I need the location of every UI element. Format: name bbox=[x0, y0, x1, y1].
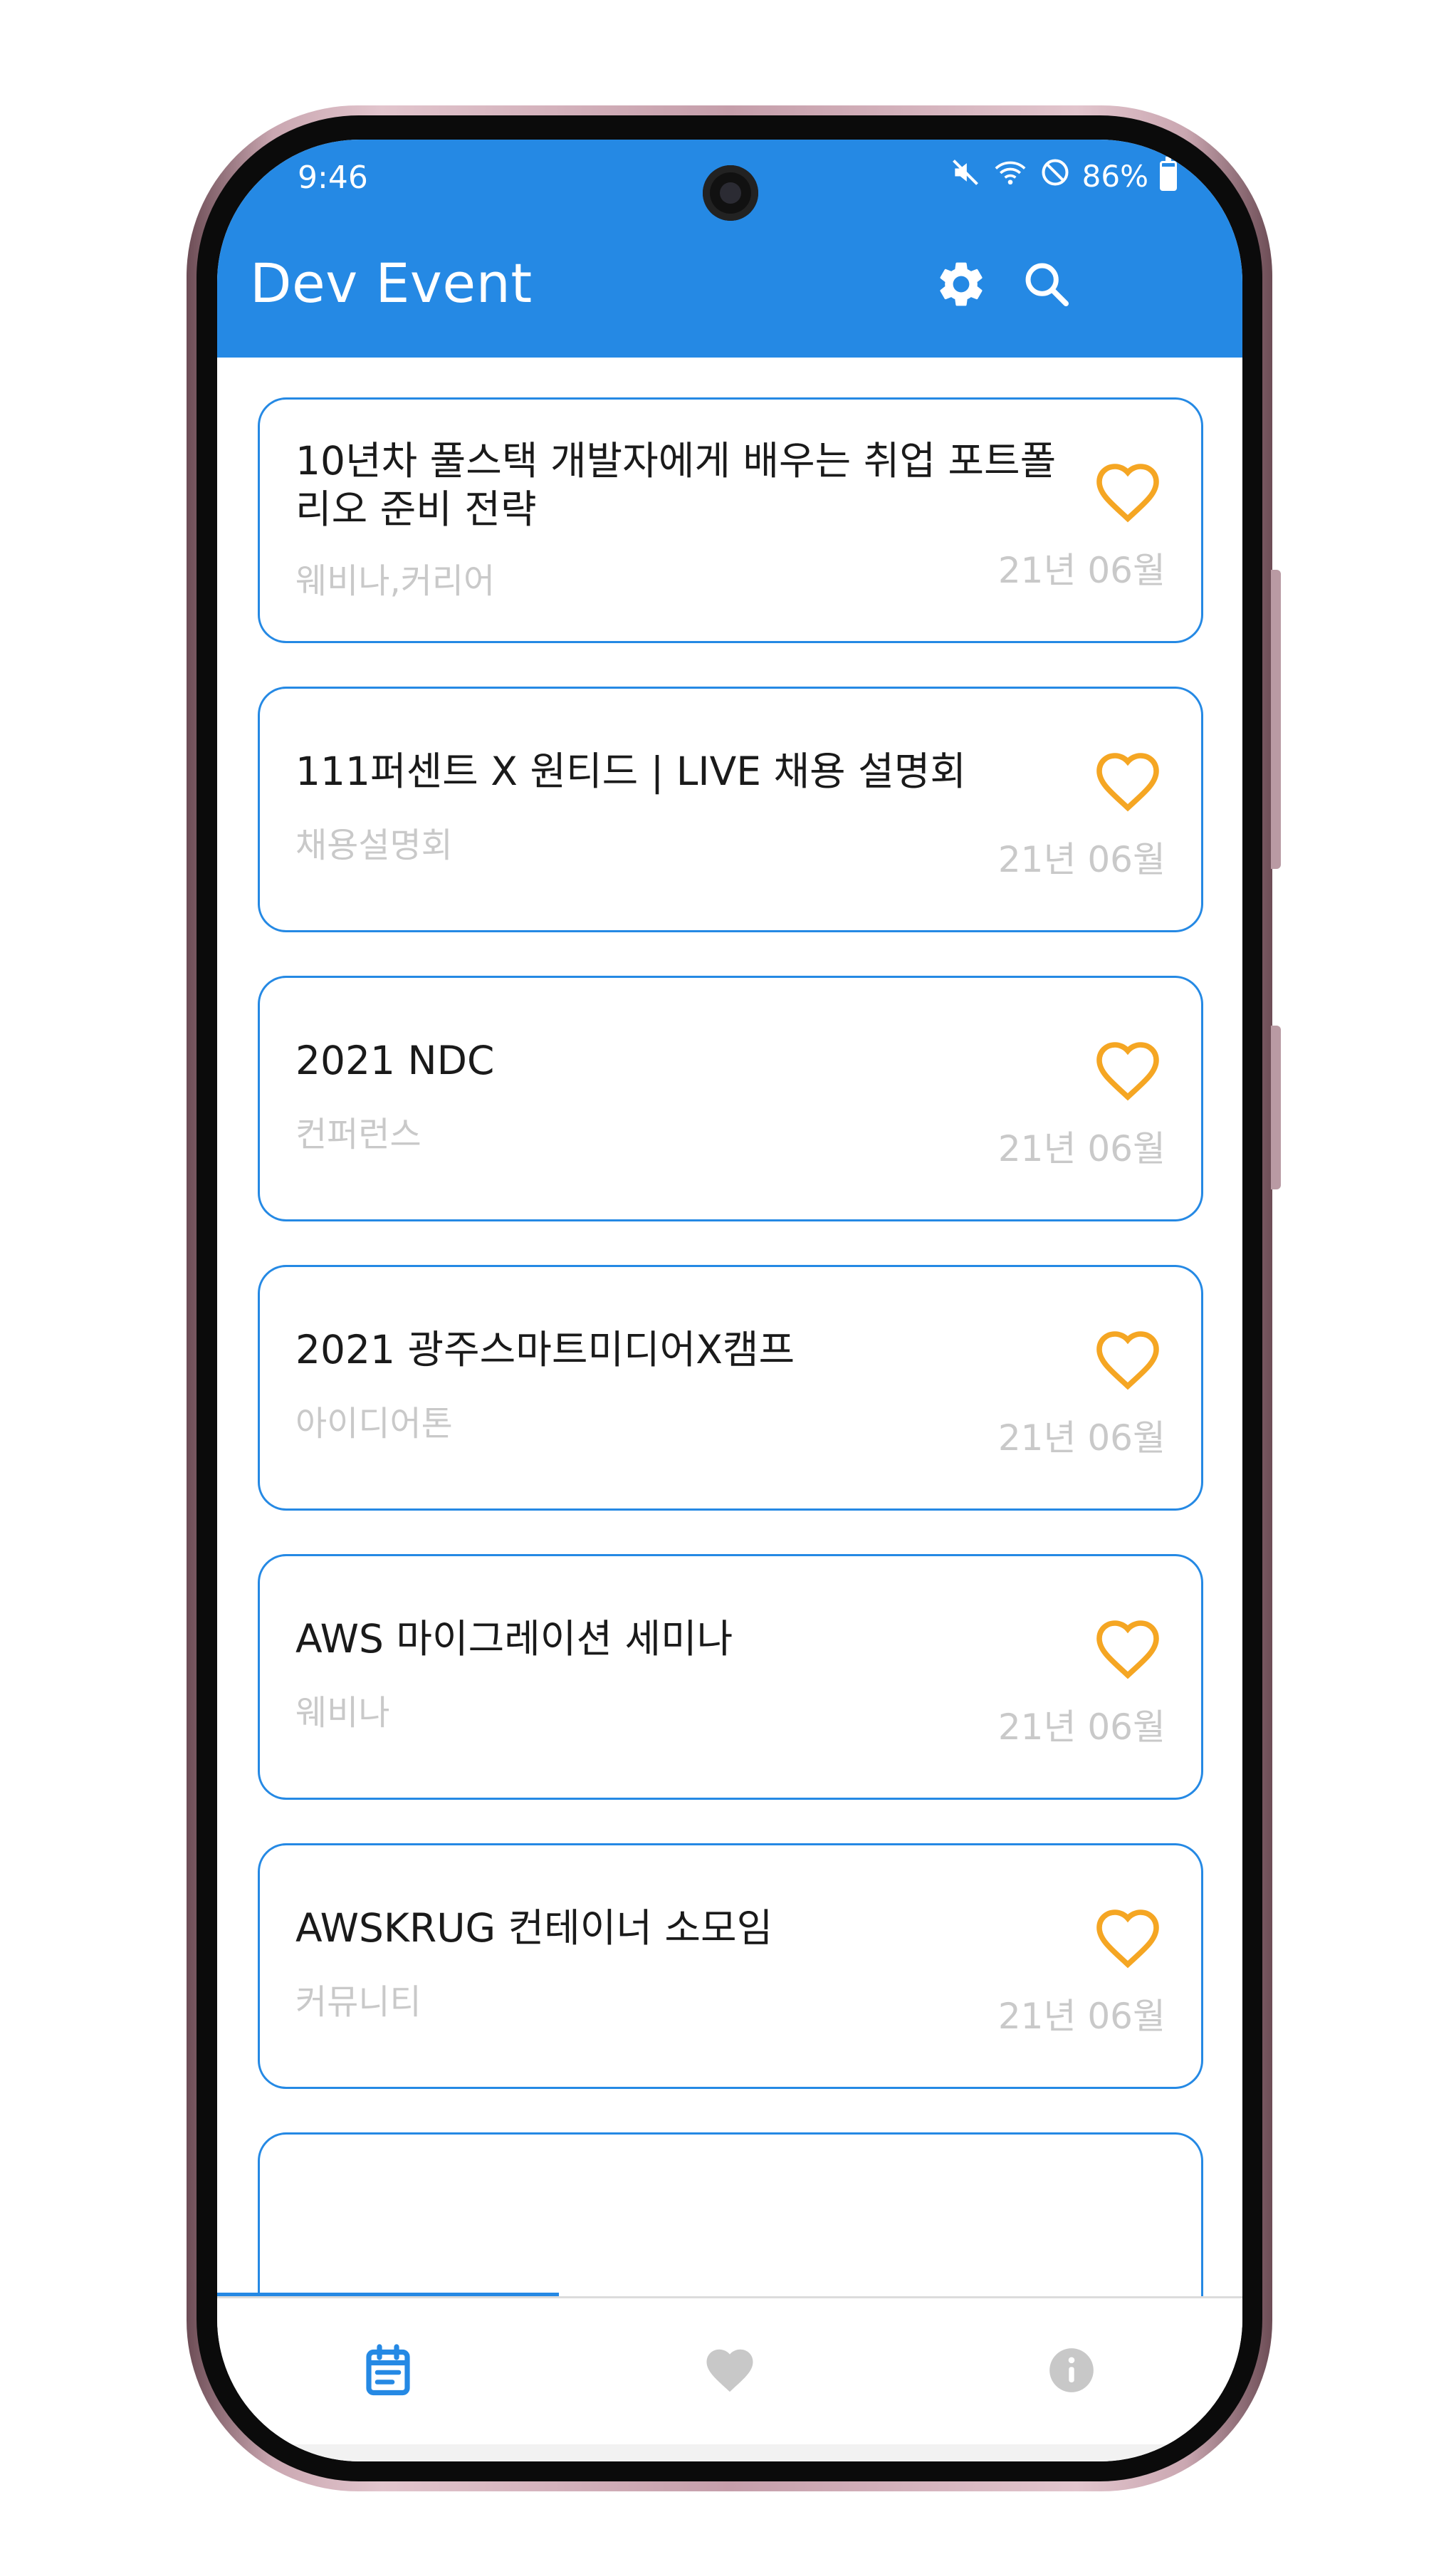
front-camera bbox=[703, 165, 758, 221]
system-navigation-bar bbox=[217, 2444, 1242, 2461]
event-date: 21년 06월 bbox=[997, 1996, 1166, 2037]
event-title: 111퍼센트 X 원티드 | LIVE 채용 설명회 bbox=[295, 749, 966, 794]
favorite-button[interactable] bbox=[1094, 1617, 1162, 1681]
heart-outline-icon bbox=[1096, 753, 1159, 812]
settings-button[interactable] bbox=[929, 254, 993, 318]
event-card[interactable]: 10년차 풀스택 개발자에게 배우는 취업 포트폴리오 준비 전략 웨비나,커리… bbox=[258, 397, 1203, 643]
status-icons: 86% bbox=[950, 157, 1177, 195]
event-title: AWS 마이그레이션 세미나 bbox=[295, 1616, 733, 1662]
event-card[interactable]: AWSKRUG 컨테이너 소모임 커뮤니티 21년 06월 bbox=[258, 1843, 1203, 2089]
event-category: 채용설명회 bbox=[295, 825, 453, 865]
event-list[interactable]: 10년차 풀스택 개발자에게 배우는 취업 포트폴리오 준비 전략 웨비나,커리… bbox=[217, 358, 1242, 2302]
event-card[interactable] bbox=[258, 2132, 1203, 2302]
event-category: 웨비나 bbox=[295, 1693, 390, 1733]
bottom-navigation bbox=[217, 2296, 1242, 2444]
favorite-button[interactable] bbox=[1094, 749, 1162, 813]
event-title: AWSKRUG 컨테이너 소모임 bbox=[295, 1905, 773, 1951]
event-card[interactable]: AWS 마이그레이션 세미나 웨비나 21년 06월 bbox=[258, 1554, 1203, 1800]
favorite-button[interactable] bbox=[1094, 1038, 1162, 1103]
event-title: 10년차 풀스택 개발자에게 배우는 취업 포트폴리오 준비 전략 bbox=[295, 438, 1057, 532]
event-date: 21년 06월 bbox=[997, 1128, 1166, 1169]
event-date: 21년 06월 bbox=[997, 1706, 1166, 1748]
event-category: 아이디어톤 bbox=[295, 1404, 453, 1444]
favorite-button[interactable] bbox=[1094, 460, 1162, 524]
event-category: 웨비나,커리어 bbox=[295, 561, 496, 601]
event-card[interactable]: 111퍼센트 X 원티드 | LIVE 채용 설명회 채용설명회 21년 06월 bbox=[258, 687, 1203, 932]
tab-favorites[interactable] bbox=[559, 2298, 901, 2444]
event-category: 커뮤니티 bbox=[295, 1982, 421, 2022]
info-icon bbox=[1045, 2344, 1098, 2399]
event-date: 21년 06월 bbox=[997, 839, 1166, 880]
wifi-icon bbox=[993, 157, 1028, 195]
volume-button bbox=[1271, 570, 1281, 869]
heart-outline-icon bbox=[1096, 464, 1159, 523]
battery-icon bbox=[1160, 157, 1177, 191]
no-disturb-icon bbox=[1039, 157, 1071, 195]
event-category: 컨퍼런스 bbox=[295, 1115, 421, 1155]
event-date: 21년 06월 bbox=[997, 550, 1166, 591]
event-title: 2021 광주스마트미디어X캠프 bbox=[295, 1327, 795, 1372]
search-icon bbox=[1020, 257, 1074, 314]
app-bar: 9:46 86% Dev Event bbox=[217, 140, 1242, 358]
search-button[interactable] bbox=[1015, 254, 1079, 318]
favorite-button[interactable] bbox=[1094, 1328, 1162, 1392]
heart-icon bbox=[702, 2345, 758, 2399]
heart-outline-icon bbox=[1096, 1042, 1159, 1101]
favorite-button[interactable] bbox=[1094, 1906, 1162, 1970]
phone-screen: 9:46 86% Dev Event 10년차 풀스택 개발자에게 배우는 취업… bbox=[217, 140, 1242, 2461]
mute-icon bbox=[950, 157, 981, 195]
tab-events[interactable] bbox=[217, 2298, 559, 2444]
power-button bbox=[1271, 1026, 1281, 1189]
status-bar: 9:46 86% bbox=[217, 140, 1242, 225]
event-date: 21년 06월 bbox=[997, 1417, 1166, 1459]
settings-icon bbox=[934, 257, 988, 314]
battery-percent: 86% bbox=[1081, 158, 1148, 194]
event-card[interactable]: 2021 광주스마트미디어X캠프 아이디어톤 21년 06월 bbox=[258, 1265, 1203, 1511]
heart-outline-icon bbox=[1096, 1620, 1159, 1679]
app-title: Dev Event bbox=[250, 251, 533, 315]
tab-info[interactable] bbox=[901, 2298, 1242, 2444]
calendar-icon bbox=[362, 2342, 414, 2401]
heart-outline-icon bbox=[1096, 1909, 1159, 1969]
event-card[interactable]: 2021 NDC 컨퍼런스 21년 06월 bbox=[258, 976, 1203, 1221]
status-time: 9:46 bbox=[298, 160, 368, 196]
heart-outline-icon bbox=[1096, 1331, 1159, 1390]
event-title: 2021 NDC bbox=[295, 1038, 495, 1083]
